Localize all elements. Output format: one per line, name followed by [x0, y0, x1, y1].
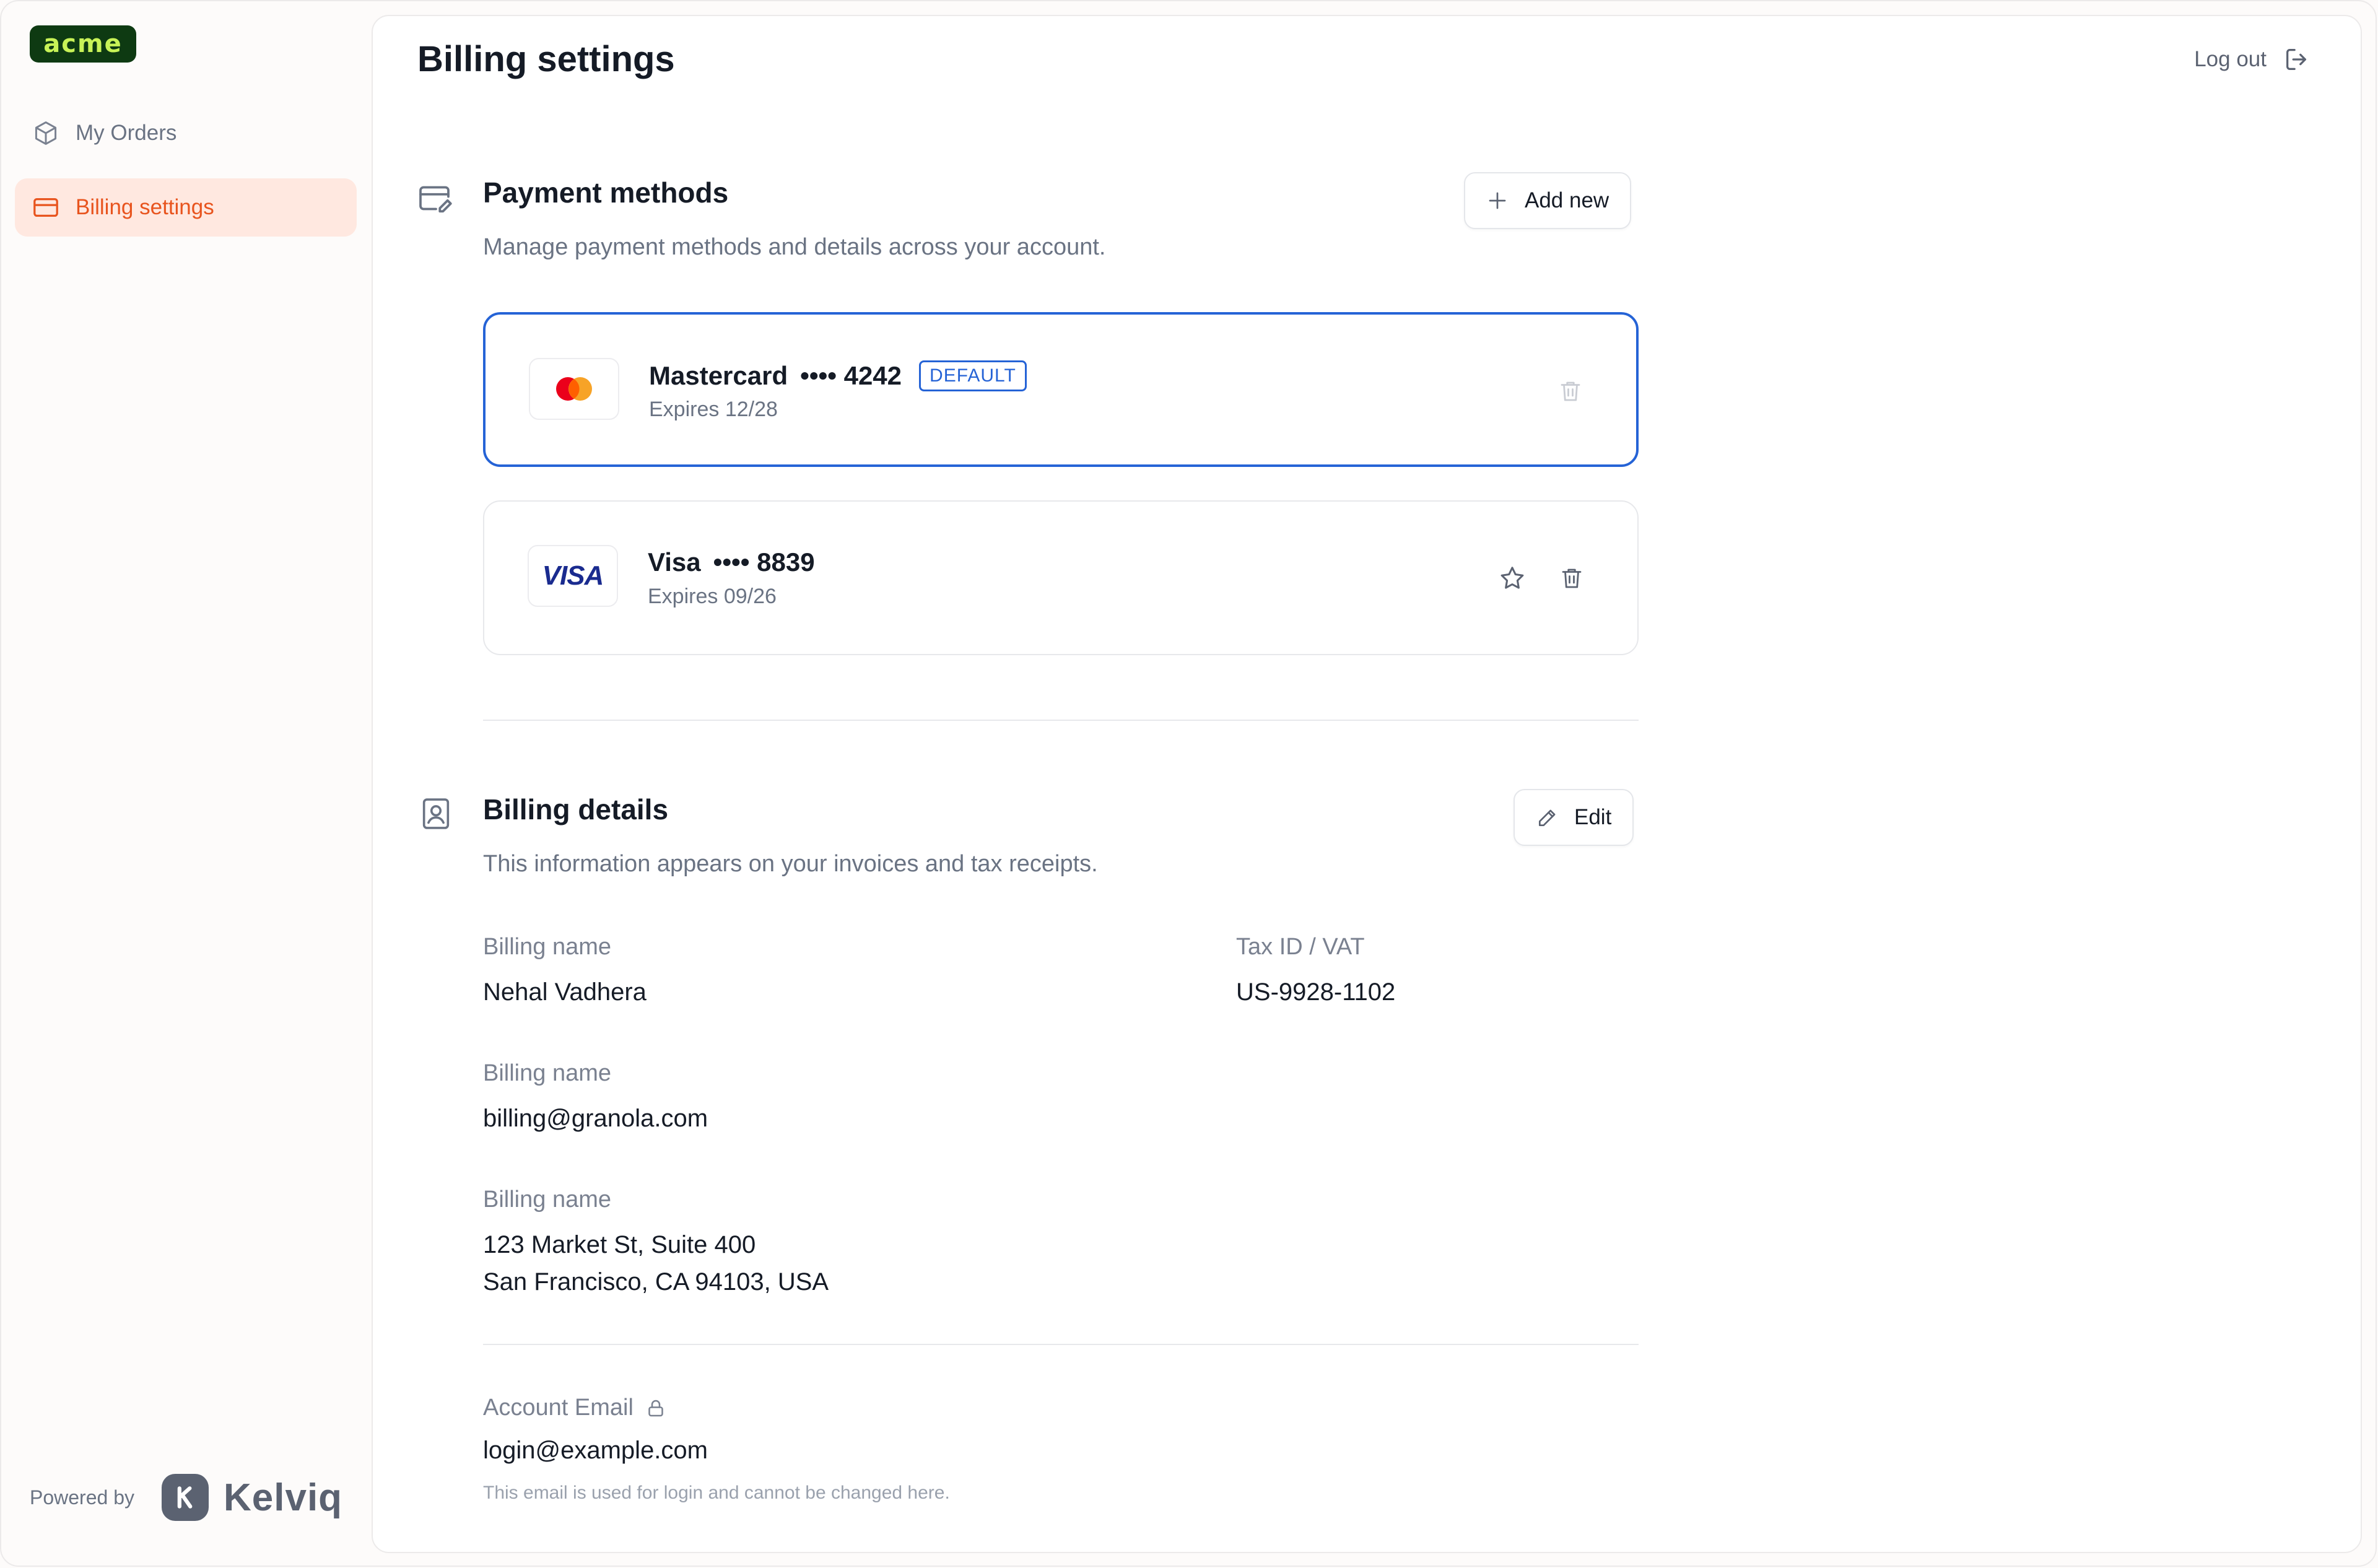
visa-mark: VISA — [542, 560, 604, 591]
tax-id-label: Tax ID / VAT — [1236, 934, 1365, 960]
card-expiry: Expires 12/28 — [649, 398, 778, 421]
edit-button[interactable]: Edit — [1513, 789, 1634, 846]
powered-by-label: Powered by — [30, 1486, 134, 1509]
lock-icon — [645, 1397, 667, 1419]
billing-name-label: Billing name — [483, 934, 611, 960]
payment-card-mastercard[interactable]: Mastercard •••• 4242 DEFAULT Expires 12/… — [483, 312, 1639, 467]
visa-logo-icon: VISA — [528, 545, 618, 607]
edit-label: Edit — [1574, 805, 1612, 829]
set-default-button[interactable] — [1496, 562, 1528, 595]
card-expiry: Expires 09/26 — [648, 585, 777, 608]
section-divider — [483, 720, 1639, 721]
kelviq-logo-icon[interactable] — [161, 1474, 209, 1521]
delete-card-button[interactable] — [1556, 562, 1588, 595]
pencil-icon — [1536, 805, 1561, 830]
account-email-label-text: Account Email — [483, 1395, 634, 1421]
main-panel: Billing settings Log out Payment methods… — [372, 15, 2362, 1553]
acme-logo[interactable]: acme — [30, 25, 136, 63]
powered-by: Powered by Kelviq — [30, 1474, 342, 1521]
credit-card-icon — [31, 193, 61, 222]
card-edit-icon — [417, 180, 455, 217]
box-icon — [31, 118, 61, 148]
billing-address-line1: 123 Market St, Suite 400 — [483, 1231, 756, 1258]
billing-email-label: Billing name — [483, 1060, 611, 1086]
card-title: Mastercard •••• 4242 DEFAULT — [649, 360, 1027, 391]
default-badge: DEFAULT — [919, 360, 1027, 391]
logo-text: acme — [43, 30, 123, 58]
billing-details-description: This information appears on your invoice… — [483, 851, 1098, 877]
sidebar-item-my-orders[interactable]: My Orders — [15, 104, 357, 162]
kelviq-name: Kelviq — [223, 1476, 343, 1519]
card-brand: Mastercard — [649, 361, 788, 390]
star-icon — [1500, 567, 1524, 589]
billing-address-line2: San Francisco, CA 94103, USA — [483, 1268, 829, 1296]
section-divider — [483, 1344, 1639, 1345]
billing-name-value: Nehal Vadhera — [483, 978, 647, 1006]
add-new-button[interactable]: Add new — [1464, 172, 1632, 229]
payment-methods-title: Payment methods — [483, 176, 729, 209]
trash-icon — [1561, 381, 1580, 401]
tax-id-value: US-9928-1102 — [1236, 978, 1396, 1006]
sidebar-item-label: My Orders — [76, 121, 177, 145]
payment-methods-description: Manage payment methods and details acros… — [483, 234, 1106, 260]
billing-address-label: Billing name — [483, 1187, 611, 1213]
card-masked-number: •••• 8839 — [713, 547, 815, 577]
sidebar-item-label: Billing settings — [76, 195, 214, 219]
logout-icon — [2283, 45, 2312, 74]
account-email-label: Account Email — [483, 1395, 667, 1421]
card-masked-number: •••• 4242 — [800, 361, 902, 390]
delete-card-button[interactable] — [1554, 375, 1587, 407]
sidebar-item-billing-settings[interactable]: Billing settings — [15, 178, 357, 237]
trash-icon — [1562, 568, 1582, 588]
contact-card-icon — [417, 795, 455, 832]
sidebar: acme My Orders Billing settings Powered … — [0, 0, 372, 1568]
plus-icon — [1486, 188, 1511, 213]
logout-label: Log out — [2194, 47, 2267, 71]
account-email-note: This email is used for login and cannot … — [483, 1483, 950, 1503]
payment-card-visa[interactable]: VISA Visa •••• 8839 Expires 09/26 — [483, 500, 1639, 655]
mastercard-logo-icon — [529, 358, 619, 420]
page-title: Billing settings — [417, 39, 675, 79]
billing-details-title: Billing details — [483, 793, 669, 825]
card-brand: Visa — [648, 547, 701, 577]
card-title: Visa •••• 8839 — [648, 547, 815, 577]
account-email-value: login@example.com — [483, 1437, 708, 1464]
billing-email-value: billing@granola.com — [483, 1105, 708, 1132]
logout-button[interactable]: Log out — [2194, 45, 2312, 74]
add-new-label: Add new — [1525, 188, 1609, 212]
